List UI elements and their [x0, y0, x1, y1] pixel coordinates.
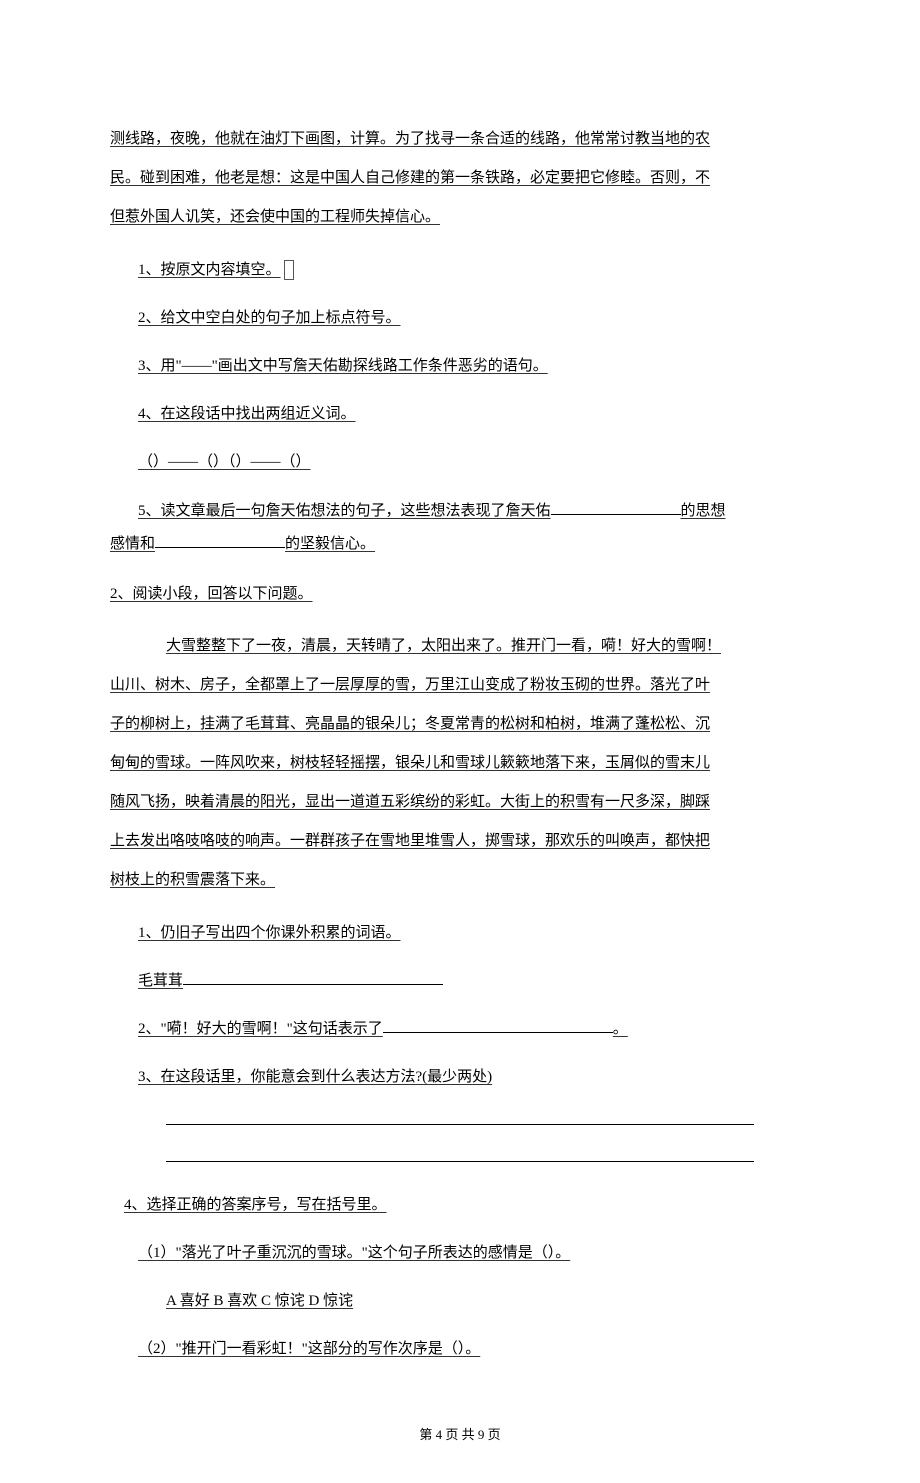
q1-item4-text: 4、在这段话中找出两组近义词。	[138, 406, 356, 422]
q2-item4-1-opts: A 喜好 B 喜欢 C 惊诧 D 惊诧	[110, 1286, 810, 1316]
q2-item1-label: 毛茸茸	[138, 973, 183, 989]
q1-item1: 1、按原文内容填空。	[110, 255, 810, 285]
q2-item2-a: 2、"嗬！好大的雪啊！"这句话表示了	[138, 1021, 383, 1037]
intro-passage: 测线路，夜晚，他就在油灯下画图，计算。为了找寻一条合适的线路，他常常讨教当地的农…	[110, 120, 810, 237]
blank-fill[interactable]	[551, 497, 681, 515]
page-footer: 第 4 页 共 9 页	[110, 1424, 810, 1443]
q2-item4-2: （2）"推开门一看彩虹！"这部分的写作次序是（）。	[110, 1334, 810, 1364]
blank-fill[interactable]	[155, 530, 285, 548]
q1-item5-c: 感情和	[110, 536, 155, 552]
answer-line[interactable]	[166, 1161, 754, 1162]
q2-passage: 大雪整整下了一夜，清晨，天转晴了，太阳出来了。推开门一看，嗬！好大的雪啊！ 山川…	[110, 627, 810, 900]
q1-item5-d: 的坚毅信心。	[285, 536, 375, 552]
q2-passage-line: 子的柳树上，挂满了毛茸茸、亮晶晶的银朵儿；冬夏常青的松树和柏树，堆满了蓬松松、沉	[110, 716, 710, 732]
q2-item4-text: 4、选择正确的答案序号，写在括号里。	[124, 1197, 387, 1213]
q2-passage-line: 甸甸的雪球。一阵风吹来，树枝轻轻摇摆，银朵儿和雪球儿簌簌地落下来，玉屑似的雪末儿	[110, 755, 710, 771]
q2-header: 2、阅读小段，回答以下问题。	[110, 579, 810, 609]
q2-item4-1: （1）"落光了叶子重沉沉的雪球。"这个句子所表达的感情是（）。	[110, 1238, 810, 1268]
blank-fill[interactable]	[383, 1015, 613, 1033]
intro-line-3: 但惹外国人讥笑，还会使中国的工程师失掉信心。	[110, 209, 440, 225]
q2-passage-line: 山川、树木、房子，全都罩上了一层厚厚的雪，万里江山变成了粉妆玉砌的世界。落光了叶	[110, 677, 710, 693]
q2-header-text: 2、阅读小段，回答以下问题。	[110, 586, 313, 602]
q2-passage-line: 随风飞扬，映着清晨的阳光，显出一道道五彩缤纷的彩虹。大街上的积雪有一尺多深，脚踩	[110, 794, 710, 810]
q2-item4-1-text: （1）"落光了叶子重沉沉的雪球。"这个句子所表达的感情是（）。	[138, 1245, 570, 1261]
cursor-icon	[284, 260, 294, 280]
q2-item4: 4、选择正确的答案序号，写在括号里。	[110, 1190, 810, 1220]
q1-item2: 2、给文中空白处的句子加上标点符号。	[110, 303, 810, 333]
q2-item3-text: 3、在这段话里，你能意会到什么表达方法?(最少两处)	[138, 1069, 492, 1085]
q2-item2: 2、"嗬！好大的雪啊！"这句话表示了 。	[110, 1014, 810, 1044]
q1-item4-fill: （）——（）（）——（）	[110, 447, 810, 477]
q2-item4-1-opts-text: A 喜好 B 喜欢 C 惊诧 D 惊诧	[166, 1293, 353, 1309]
q1-item1-text: 1、按原文内容填空。	[138, 262, 281, 278]
q2-item1-fill: 毛茸茸	[110, 966, 810, 996]
blank-fill[interactable]	[183, 967, 443, 985]
intro-line-2: 民。碰到困难，他老是想：这是中国人自己修建的第一条铁路，必定要把它修睦。否则，不	[110, 170, 710, 186]
intro-line-1: 测线路，夜晚，他就在油灯下画图，计算。为了找寻一条合适的线路，他常常讨教当地的农	[110, 131, 710, 147]
q2-item1: 1、仍旧子写出四个你课外积累的词语。	[110, 918, 810, 948]
q2-item3: 3、在这段话里，你能意会到什么表达方法?(最少两处)	[110, 1062, 810, 1092]
q1-item4-fill-text: （）——（）（）——（）	[138, 454, 311, 470]
q1-item3: 3、用"——"画出文中写詹天佑勘探线路工作条件恶劣的语句。	[110, 351, 810, 381]
q1-item3-text: 3、用"——"画出文中写詹天佑勘探线路工作条件恶劣的语句。	[138, 358, 548, 374]
q1-item4: 4、在这段话中找出两组近义词。	[110, 399, 810, 429]
q2-passage-line: 树枝上的积雪震落下来。	[110, 872, 275, 888]
q1-item5-a: 5、读文章最后一句詹天佑想法的句子，这些想法表现了詹天佑	[138, 503, 551, 519]
q2-item2-b: 。	[613, 1021, 628, 1037]
q1-item2-text: 2、给文中空白处的句子加上标点符号。	[138, 310, 401, 326]
q2-passage-line: 上去发出咯吱咯吱的响声。一群群孩子在雪地里堆雪人，掷雪球，那欢乐的叫唤声，都快把	[110, 833, 710, 849]
answer-line[interactable]	[166, 1124, 754, 1125]
q1-item5-b: 的思想	[681, 503, 726, 519]
q2-item1-text: 1、仍旧子写出四个你课外积累的词语。	[138, 925, 401, 941]
q2-passage-first: 大雪整整下了一夜，清晨，天转晴了，太阳出来了。推开门一看，嗬！好大的雪啊！	[166, 638, 721, 654]
q2-item4-2-text: （2）"推开门一看彩虹！"这部分的写作次序是（）。	[138, 1341, 480, 1357]
q1-item5: 5、读文章最后一句詹天佑想法的句子，这些想法表现了詹天佑 的思想 感情和 的坚毅信心…	[110, 495, 810, 561]
